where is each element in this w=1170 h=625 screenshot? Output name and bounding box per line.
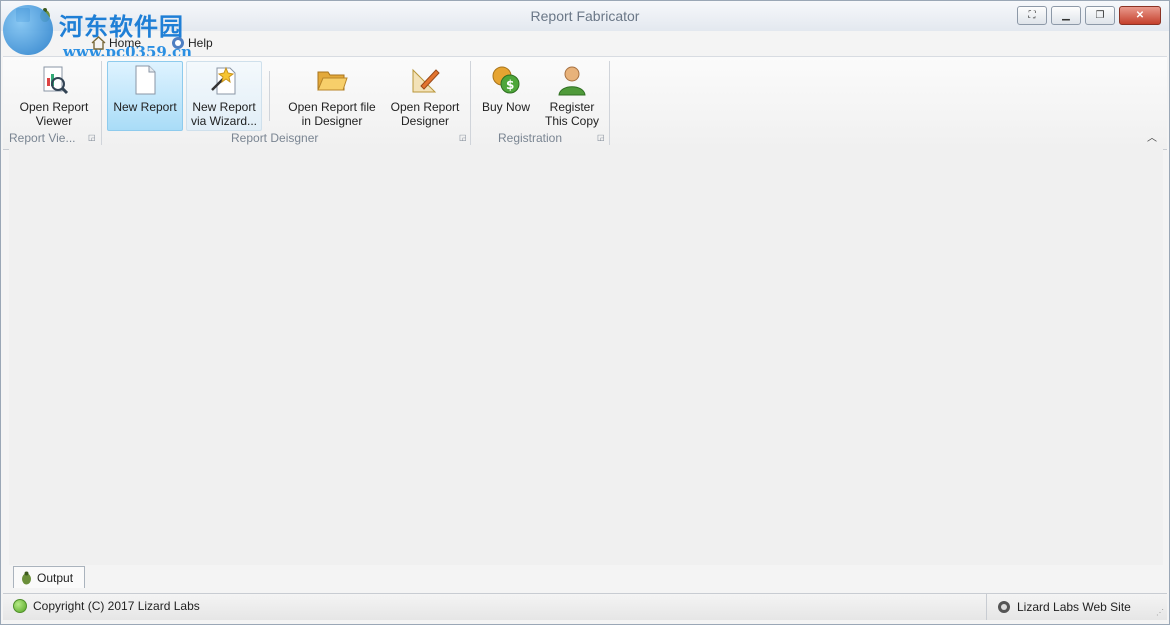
fullscreen-icon: ⛶ — [1028, 10, 1036, 21]
minimize-icon: ▁ — [1062, 10, 1070, 21]
open-report-designer-label1: Open Report — [390, 100, 460, 114]
group-label-registration: Registration — [498, 131, 563, 145]
new-report-button[interactable]: New Report — [107, 61, 183, 131]
window-controls: ⛶ ▁ ❐ ✕ — [1017, 6, 1161, 25]
buy-now-button[interactable]: $ Buy Now — [477, 61, 535, 131]
status-ok-icon — [13, 599, 27, 613]
close-button[interactable]: ✕ — [1119, 6, 1161, 25]
output-tab-label: Output — [37, 570, 74, 585]
copyright-text: Copyright (C) 2017 Lizard Labs — [33, 599, 200, 613]
status-bar: Copyright (C) 2017 Lizard Labs Lizard La… — [3, 593, 1167, 620]
new-report-label1: New Report — [113, 100, 177, 114]
website-link[interactable]: Lizard Labs Web Site — [986, 594, 1131, 620]
restore-button[interactable]: ❐ — [1085, 6, 1115, 25]
fullscreen-button[interactable]: ⛶ — [1017, 6, 1047, 25]
website-link-label: Lizard Labs Web Site — [1017, 600, 1131, 614]
status-left: Copyright (C) 2017 Lizard Labs — [13, 599, 200, 613]
ribbon-tabs: Home Help — [1, 33, 1169, 55]
ribbon: Open Report Viewer Report Vie... ◲ New R… — [3, 56, 1167, 150]
register-copy-button[interactable]: Register This Copy — [539, 61, 605, 131]
buy-now-label1: Buy Now — [481, 100, 531, 114]
new-document-icon — [135, 65, 156, 95]
report-viewer-icon — [43, 66, 69, 95]
group-separator — [470, 61, 471, 145]
bug-icon — [22, 571, 31, 584]
tab-home-label: Home — [109, 36, 142, 50]
minimize-button[interactable]: ▁ — [1051, 6, 1081, 25]
home-icon — [91, 36, 106, 50]
output-tab[interactable]: Output — [13, 566, 85, 588]
open-report-viewer-button[interactable]: Open Report Viewer — [9, 61, 99, 131]
button-separator — [269, 71, 270, 121]
lizard-logo-icon — [998, 601, 1010, 613]
wizard-icon — [211, 66, 236, 95]
group-launcher-icon[interactable]: ◲ — [597, 134, 605, 142]
group-launcher-icon[interactable]: ◲ — [459, 134, 467, 142]
collapse-ribbon-icon[interactable]: ︿ — [1147, 129, 1157, 144]
open-report-file-label1: Open Report file — [288, 100, 376, 114]
coins-icon: $ — [492, 66, 520, 94]
open-report-designer-button[interactable]: Open Report Designer — [385, 61, 465, 131]
tab-help[interactable]: Help — [171, 36, 213, 50]
open-report-designer-label2: Designer — [400, 114, 450, 128]
open-report-file-button[interactable]: Open Report file in Designer — [281, 61, 383, 131]
tab-home[interactable]: Home — [91, 36, 141, 50]
folder-open-icon — [317, 71, 348, 91]
group-label-report-viewer: Report Vie... — [9, 131, 76, 145]
close-icon: ✕ — [1135, 10, 1145, 21]
new-report-wizard-label1: New Report — [192, 100, 256, 114]
restore-icon: ❐ — [1095, 10, 1105, 21]
resize-grip-icon[interactable]: ⋰ — [1156, 608, 1164, 617]
register-copy-label2: This Copy — [544, 114, 600, 128]
help-icon — [172, 37, 184, 49]
user-icon — [558, 66, 586, 96]
open-report-file-label2: in Designer — [301, 114, 363, 128]
main-workspace — [9, 149, 1163, 565]
new-report-wizard-label2: via Wizard... — [190, 114, 257, 128]
open-report-viewer-label1: Open Report — [19, 100, 89, 114]
app-window: Report Fabricator ⛶ ▁ ❐ ✕ 河东软件园 www.pc03… — [0, 0, 1170, 625]
new-report-wizard-button[interactable]: New Report via Wizard... — [186, 61, 262, 131]
group-label-report-designer: Report Deisgner — [231, 131, 319, 145]
tab-help-label: Help — [188, 36, 213, 50]
group-launcher-icon[interactable]: ◲ — [88, 134, 96, 142]
open-report-viewer-label2: Viewer — [35, 114, 73, 128]
group-separator — [101, 61, 102, 145]
svg-text:$: $ — [506, 78, 514, 92]
register-copy-label1: Register — [549, 100, 595, 114]
designer-icon — [412, 68, 440, 93]
group-separator — [609, 61, 610, 145]
